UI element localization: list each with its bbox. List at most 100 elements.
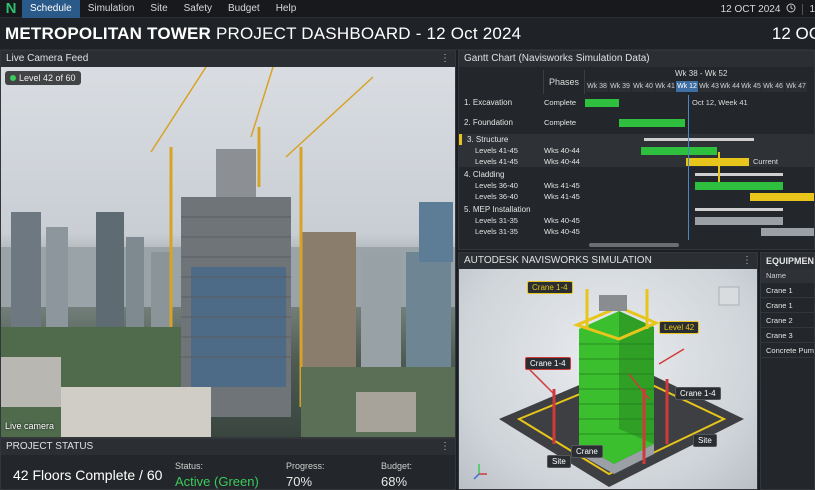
menu-bar: N Schedule Simulation Site Safety Budget…: [0, 0, 815, 18]
progress-value: 70%: [286, 474, 313, 489]
gantt-header: Gantt Chart (Navisworks Simulation Data): [459, 51, 814, 67]
phases-header: Phases: [543, 70, 585, 94]
equipment-row[interactable]: Crane 1: [761, 298, 814, 313]
week-header: Wk 44: [720, 81, 740, 92]
crane-tag[interactable]: Crane 1-4: [675, 387, 721, 400]
status-value: Active (Green): [175, 474, 259, 489]
camera-caption: Live camera: [5, 421, 55, 431]
gantt-scrollbar[interactable]: [589, 243, 679, 247]
equipment-row[interactable]: Crane 3: [761, 328, 814, 343]
menu-date: 12 OCT 2024: [720, 3, 781, 15]
budget-label: Budget:: [381, 461, 413, 471]
task-phase: Complete: [544, 98, 577, 107]
budget-stat: Budget: 68%: [381, 461, 412, 489]
equipment-row[interactable]: Crane 1: [761, 283, 814, 298]
camera-title: Live Camera Feed: [6, 53, 89, 64]
page-title: METROPOLITAN TOWER PROJECT DASHBOARD - 1…: [5, 24, 521, 44]
status-title: PROJECT STATUS: [6, 441, 94, 452]
camera-header: Live Camera Feed ⋮: [1, 51, 455, 67]
gantt-row[interactable]: Levels 41-45 Wks 40-44 Current: [459, 156, 814, 167]
crane-tag[interactable]: Crane 1-4: [525, 357, 571, 370]
site-tag[interactable]: Site: [547, 455, 571, 468]
task-bar: [695, 182, 783, 190]
week-header: Wk 40: [632, 81, 654, 92]
gantt-row[interactable]: Levels 31-35 Wks 40-45: [459, 215, 814, 226]
task-phase: Wks 40-45: [544, 227, 580, 236]
task-bar: [619, 119, 685, 127]
task-phase: Wks 40-45: [544, 216, 580, 225]
task-name: 3. Structure: [467, 135, 509, 144]
simulation-viewport[interactable]: Crane 1-4 Level 42 Crane 1-4 Crane 1-4 C…: [459, 269, 757, 489]
menu-safety[interactable]: Safety: [176, 0, 220, 18]
camera-panel: Live Camera Feed ⋮ Level 42 of 60 Live c…: [0, 50, 456, 438]
task-name: 5. MEP Installation: [464, 205, 531, 214]
task-name: Levels 41-45: [475, 146, 518, 155]
current-week-line: [688, 95, 689, 240]
menu-budget[interactable]: Budget: [220, 0, 268, 18]
menu-help[interactable]: Help: [268, 0, 305, 18]
gantt-row[interactable]: Levels 36-40 Wks 41-45: [459, 180, 814, 191]
equipment-header: EQUIPMENT: [761, 253, 814, 269]
live-dot-icon: [10, 75, 16, 81]
task-phase: Wks 40-44: [544, 157, 580, 166]
gantt-title: Gantt Chart (Navisworks Simulation Data): [464, 53, 650, 64]
gantt-row[interactable]: 5. MEP Installation: [459, 204, 814, 215]
project-status-panel: PROJECT STATUS ⋮ 42 Floors Complete / 60…: [0, 438, 456, 490]
task-name: Levels 31-35: [475, 216, 518, 225]
equipment-column-name[interactable]: Name: [761, 269, 814, 283]
simulation-header: AUTODESK NAVISWORKS SIMULATION ⋮: [459, 253, 757, 269]
level-badge: Level 42 of 60: [5, 71, 81, 85]
gantt-row[interactable]: Levels 36-40 Wks 41-45: [459, 191, 814, 202]
gantt-row[interactable]: 4. Cladding: [459, 169, 814, 180]
project-name: METROPOLITAN TOWER: [5, 24, 212, 43]
budget-value: 68%: [381, 474, 408, 489]
status-header: PROJECT STATUS ⋮: [1, 439, 455, 455]
task-name: Levels 31-35: [475, 227, 518, 236]
week-header: Wk 38: [586, 81, 608, 92]
level-tag[interactable]: Level 42: [659, 321, 700, 334]
task-phase: Complete: [544, 118, 577, 127]
menu-simulation[interactable]: Simulation: [80, 0, 143, 18]
gantt-row[interactable]: 2. Foundation Complete: [459, 117, 814, 128]
task-name: Levels 36-40: [475, 181, 518, 190]
week-header-current[interactable]: Wk 12: [676, 81, 698, 92]
task-name: Levels 41-45: [475, 157, 518, 166]
gantt-row[interactable]: 1. Excavation Complete Oct 12, Week 41: [459, 97, 814, 108]
gantt-panel: Gantt Chart (Navisworks Simulation Data)…: [458, 50, 815, 250]
task-name: 1. Excavation: [464, 98, 513, 107]
week-header: Wk 47: [785, 81, 807, 92]
week-header: Wk 43: [699, 81, 719, 92]
week-header: Wk 45: [741, 81, 761, 92]
menu-time: 1: [802, 3, 815, 15]
site-tag[interactable]: Site: [693, 434, 717, 447]
crane-tag[interactable]: Crane 1-4: [527, 281, 573, 294]
week-header: Wk 39: [609, 81, 631, 92]
summary-bar: [695, 173, 783, 176]
floors-complete: 42 Floors Complete / 60: [13, 467, 163, 483]
task-name: 4. Cladding: [464, 170, 505, 179]
progress-stat: Progress: 70%: [286, 461, 325, 489]
week-range: Wk 38 - Wk 52: [675, 69, 728, 78]
gantt-row[interactable]: 3. Structure: [459, 134, 814, 145]
menu-right: 12 OCT 2024 1: [715, 0, 815, 18]
more-icon[interactable]: ⋮: [440, 439, 450, 455]
gantt-row[interactable]: Levels 31-35 Wks 40-45: [459, 226, 814, 237]
summary-bar: [644, 138, 754, 141]
task-phase: Wks 40-44: [544, 146, 580, 155]
clock-icon: [786, 3, 796, 16]
equipment-panel: EQUIPMENT Name Crane 1 Crane 1 Crane 2 C…: [760, 252, 815, 490]
title-bar: METROPOLITAN TOWER PROJECT DASHBOARD - 1…: [0, 18, 815, 50]
simulation-model: [473, 286, 744, 487]
camera-image: [1, 67, 455, 437]
gantt-row[interactable]: Levels 41-45 Wks 40-44: [459, 145, 814, 156]
simulation-title: AUTODESK NAVISWORKS SIMULATION: [464, 255, 652, 266]
equipment-row[interactable]: Concrete Pump: [761, 343, 814, 358]
equipment-row[interactable]: Crane 2: [761, 313, 814, 328]
menu-schedule[interactable]: Schedule: [22, 0, 80, 18]
more-icon[interactable]: ⋮: [440, 51, 450, 67]
progress-label: Progress:: [286, 461, 325, 471]
crane-tag[interactable]: Crane: [571, 445, 603, 458]
more-icon[interactable]: ⋮: [742, 253, 752, 269]
task-name: Levels 36-40: [475, 192, 518, 201]
menu-site[interactable]: Site: [142, 0, 175, 18]
